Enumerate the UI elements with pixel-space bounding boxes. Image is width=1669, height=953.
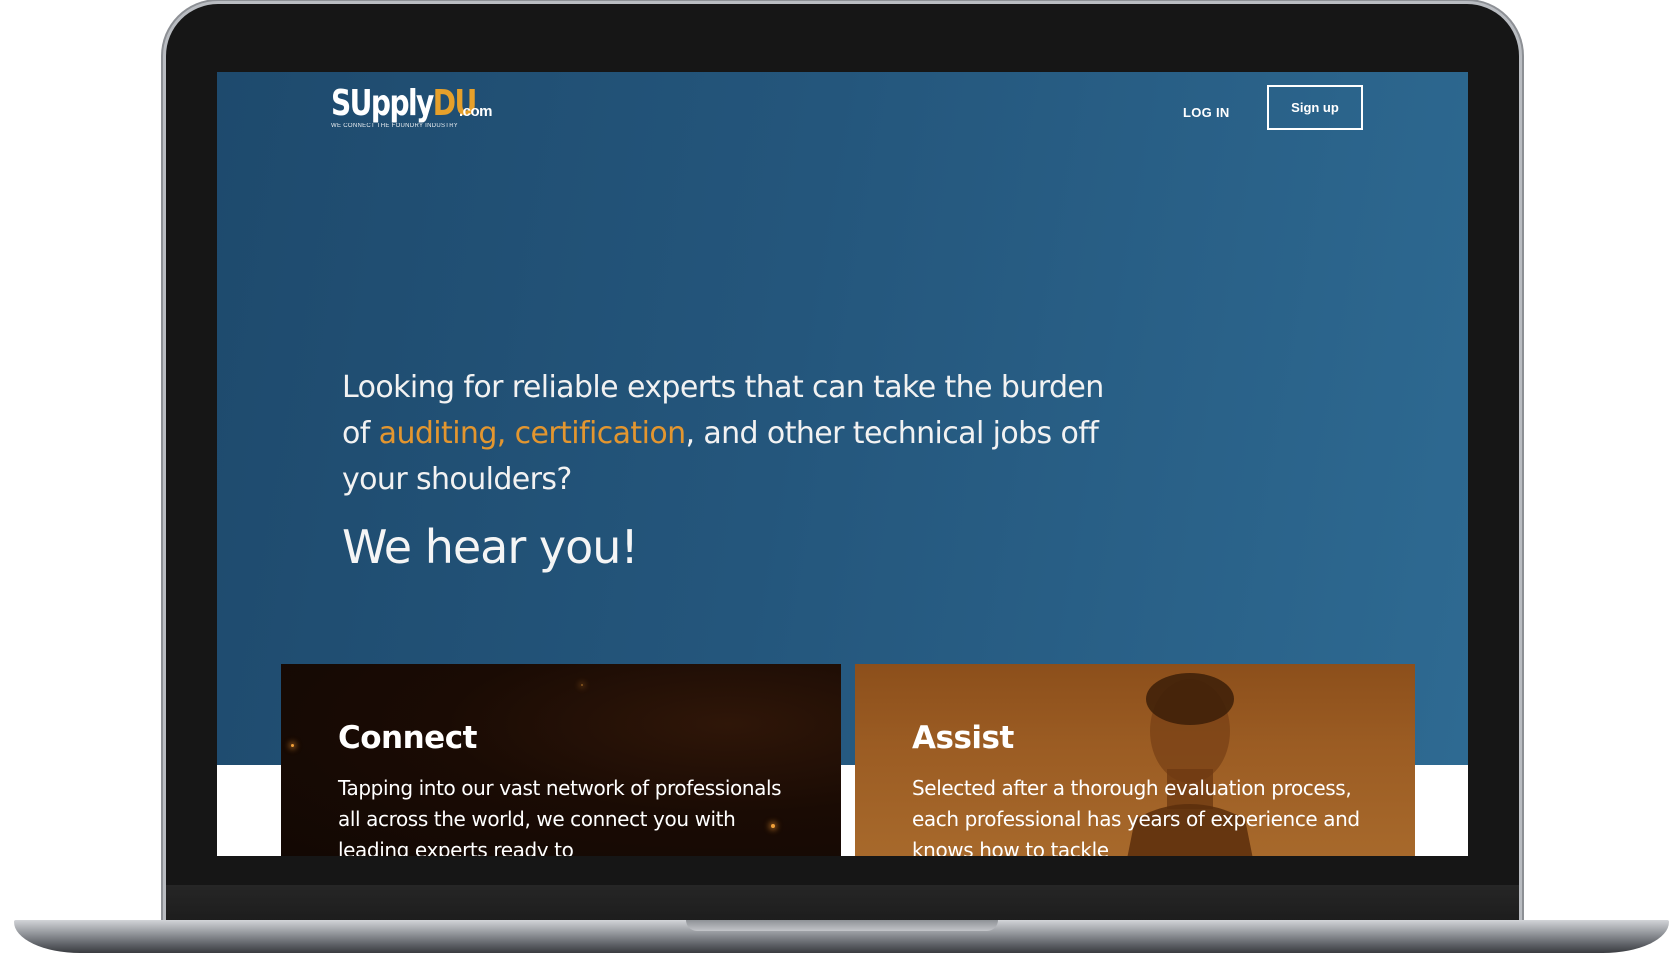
card-title: Assist bbox=[912, 720, 1014, 756]
logo-tagline: WE CONNECT THE FOUNDRY INDUSTRY bbox=[331, 123, 459, 129]
spark-decoration bbox=[291, 744, 294, 747]
login-link[interactable]: LOG IN bbox=[1183, 105, 1230, 120]
logo-tld: .com bbox=[459, 103, 493, 120]
signup-button[interactable]: Sign up bbox=[1267, 85, 1363, 130]
card-connect[interactable]: Connect Tapping into our vast network of… bbox=[281, 664, 841, 856]
laptop-chin bbox=[166, 885, 1519, 925]
hero-section: SUpplyDU .com WE CONNECT THE FOUNDRY IND… bbox=[217, 72, 1468, 765]
logo-wordmark: SUpplyDU bbox=[331, 83, 477, 124]
card-body: Tapping into our vast network of profess… bbox=[338, 776, 782, 856]
hero-headline: Looking for reliable experts that can ta… bbox=[342, 365, 1122, 503]
card-assist[interactable]: Assist Selected after a thorough evaluat… bbox=[855, 664, 1415, 856]
laptop-mockup: SUpplyDU .com WE CONNECT THE FOUNDRY IND… bbox=[0, 0, 1669, 953]
laptop-notch bbox=[686, 920, 998, 931]
hero-subheadline: We hear you! bbox=[342, 520, 639, 574]
card-title: Connect bbox=[338, 720, 477, 756]
spark-decoration bbox=[581, 684, 583, 686]
headline-highlight: auditing, certification bbox=[378, 416, 686, 451]
logo-name-part1: SUpply bbox=[331, 83, 434, 124]
site-logo[interactable]: SUpplyDU .com WE CONNECT THE FOUNDRY IND… bbox=[331, 83, 517, 130]
laptop-screen: SUpplyDU .com WE CONNECT THE FOUNDRY IND… bbox=[217, 72, 1468, 856]
card-body: Selected after a thorough evaluation pro… bbox=[912, 776, 1360, 856]
